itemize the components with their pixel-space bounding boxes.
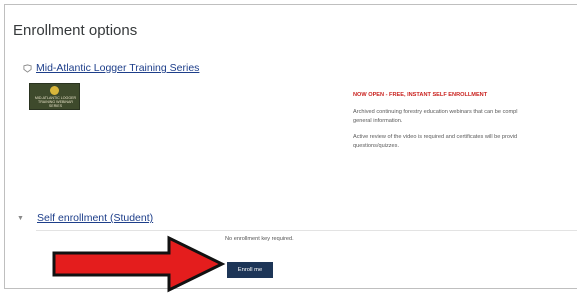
summary-line: Active review of the video is required a… — [353, 134, 518, 140]
summary-headline: NOW OPEN - FREE, INSTANT SELF ENROLLMENT — [353, 92, 488, 98]
enroll-me-button[interactable]: Enroll me — [227, 262, 273, 278]
enrolment-method-header: ▼ Self enrollment (Student) — [17, 212, 153, 224]
divider — [36, 230, 577, 231]
gear-logo-icon — [50, 86, 59, 95]
summary-line: general information. — [353, 117, 403, 124]
summary-paragraph: Archived continuing forestry education w… — [353, 108, 577, 125]
course-icon — [23, 63, 32, 73]
enrolment-key-note: No enrollment key required. — [225, 236, 294, 242]
summary-paragraph: Active review of the video is required a… — [353, 133, 577, 150]
red-arrow-icon — [52, 235, 226, 293]
chevron-down-icon[interactable]: ▼ — [17, 215, 24, 222]
course-image-text: MID-ATLANTIC LOGGER TRAINING WEBINAR SER… — [34, 96, 77, 108]
summary-line: questions/quizzes. — [353, 142, 400, 149]
course-image: MID-ATLANTIC LOGGER TRAINING WEBINAR SER… — [29, 83, 80, 110]
summary-line: Archived continuing forestry education w… — [353, 109, 518, 115]
page-title: Enrollment options — [13, 22, 138, 40]
self-enrolment-link[interactable]: Self enrollment (Student) — [37, 212, 153, 224]
course-heading: Mid-Atlantic Logger Training Series — [23, 62, 199, 74]
course-summary: NOW OPEN - FREE, INSTANT SELF ENROLLMENT… — [353, 92, 577, 158]
course-name-link[interactable]: Mid-Atlantic Logger Training Series — [36, 62, 199, 74]
